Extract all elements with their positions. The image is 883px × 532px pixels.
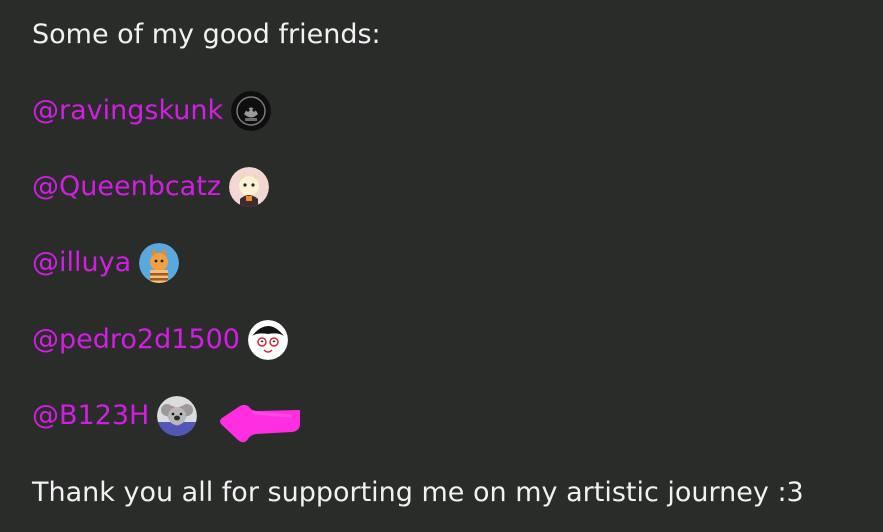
cat-character-avatar-icon[interactable] xyxy=(229,167,269,207)
friend-entry: @Queenbcatz xyxy=(32,165,269,209)
mention-link[interactable]: @pedro2d1500 xyxy=(32,321,240,359)
post-body: Some of my good friends: @ravingskunk @Q… xyxy=(0,0,883,532)
friend-entry: @ravingskunk xyxy=(32,89,272,133)
koala-heart-avatar-icon[interactable] xyxy=(157,396,198,436)
skunk-emblem-avatar-icon[interactable] xyxy=(231,91,272,131)
friend-entry: @illuya xyxy=(32,241,180,285)
penguin-face-avatar-icon[interactable] xyxy=(247,320,288,360)
mention-link[interactable]: @B123H xyxy=(32,397,149,435)
mention-link[interactable]: @ravingskunk xyxy=(32,92,223,130)
hand-drawn-arrow-icon xyxy=(220,404,300,443)
fox-character-avatar-icon[interactable] xyxy=(139,243,180,283)
friend-entry: @pedro2d1500 xyxy=(32,318,288,362)
mention-link[interactable]: @Queenbcatz xyxy=(32,168,221,206)
friend-entry: @B123H xyxy=(32,394,198,438)
thank-you-text: Thank you all for supporting me on my ar… xyxy=(32,477,804,508)
mention-link[interactable]: @illuya xyxy=(32,244,131,282)
intro-text: Some of my good friends: xyxy=(32,19,381,50)
